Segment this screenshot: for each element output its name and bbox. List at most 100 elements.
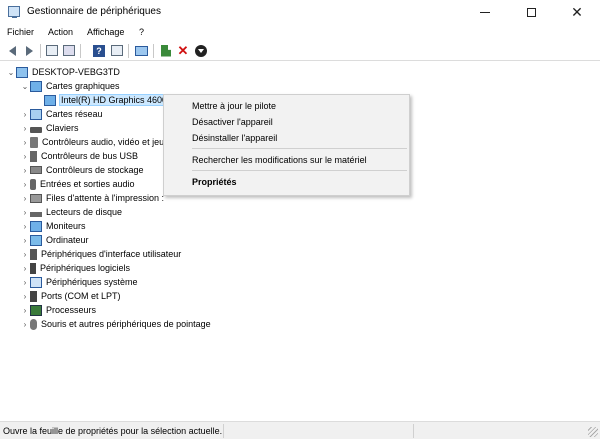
tree-category-label: Périphériques logiciels	[40, 263, 131, 273]
tree-category-label: Claviers	[46, 123, 79, 133]
chevron-right-icon[interactable]: ›	[20, 135, 30, 149]
system-device-icon	[30, 276, 42, 288]
minimize-button[interactable]	[462, 0, 508, 24]
properties-icon	[46, 45, 58, 56]
tree-category-row[interactable]: › Périphériques d'interface utilisateur	[20, 247, 181, 261]
mouse-icon	[30, 318, 37, 330]
tree-category-row[interactable]: › Entrées et sorties audio	[20, 177, 135, 191]
toolbar-separator	[128, 44, 129, 58]
help-button[interactable]: ?	[92, 44, 106, 57]
tree-category-row[interactable]: › Souris et autres périphériques de poin…	[20, 317, 211, 331]
scan-monitor-icon	[134, 45, 148, 56]
tree-category-row[interactable]: › Lecteurs de disque	[20, 205, 122, 219]
printer-icon	[30, 193, 42, 203]
status-panel	[413, 424, 414, 438]
keyboard-icon	[30, 126, 42, 133]
chevron-right-icon[interactable]: ›	[20, 163, 30, 177]
view-button[interactable]	[110, 44, 124, 57]
tree-category-label: Périphériques d'interface utilisateur	[41, 249, 182, 259]
chevron-right-icon[interactable]: ›	[20, 289, 30, 303]
tree-category-row[interactable]: › Files d'attente à l'impression :	[20, 191, 164, 205]
tree-category-row[interactable]: › Contrôleurs audio, vidéo et jeu	[20, 135, 164, 149]
chevron-down-icon[interactable]: ⌄	[6, 65, 16, 79]
refresh-button[interactable]	[62, 44, 76, 57]
status-panel	[223, 424, 224, 438]
tree-root[interactable]: ⌄ DESKTOP-VEBG3TD	[6, 65, 120, 79]
tree-category-label: Lecteurs de disque	[46, 207, 123, 217]
chevron-right-icon[interactable]: ›	[20, 233, 30, 247]
chevron-right-icon[interactable]: ›	[20, 177, 30, 191]
uninstall-icon: ✕	[177, 43, 189, 58]
display-adapter-icon	[30, 80, 42, 92]
menu-action[interactable]: Action	[48, 27, 73, 37]
computer-icon	[16, 66, 28, 78]
tree-category-label: Souris et autres périphériques de pointa…	[41, 319, 211, 329]
chevron-down-icon[interactable]: ⌄	[20, 79, 30, 93]
chevron-right-icon[interactable]: ›	[20, 261, 30, 275]
usb-icon	[30, 150, 37, 162]
resize-grip-icon[interactable]	[588, 427, 598, 437]
tree-category-row[interactable]: ⌄ Cartes graphiques	[20, 79, 120, 93]
chevron-right-icon[interactable]: ›	[20, 191, 30, 205]
uninstall-device-menu-item[interactable]: Désinstaller l'appareil	[192, 133, 277, 143]
menu-affichage[interactable]: Affichage	[87, 27, 124, 37]
tree-category-label: Entrées et sorties audio	[40, 179, 135, 189]
tree-category-label: Périphériques système	[46, 277, 138, 287]
tree-category-row[interactable]: › Claviers	[20, 121, 79, 135]
scan-hardware-menu-item[interactable]: Rechercher les modifications sur le maté…	[192, 155, 367, 165]
update-driver-icon	[161, 44, 171, 57]
update-driver-menu-item[interactable]: Mettre à jour le pilote	[192, 101, 276, 111]
chevron-right-icon[interactable]: ›	[20, 317, 30, 331]
status-text: Ouvre la feuille de propriétés pour la s…	[3, 426, 223, 436]
status-bar: Ouvre la feuille de propriétés pour la s…	[0, 421, 600, 439]
forward-button[interactable]	[22, 44, 36, 57]
chevron-right-icon[interactable]: ›	[20, 149, 30, 163]
storage-icon	[30, 166, 42, 174]
forward-icon	[25, 45, 33, 56]
tree-category-row[interactable]: › Cartes réseau	[20, 107, 103, 121]
tree-category-row[interactable]: › Contrôleurs de stockage	[20, 163, 144, 177]
chevron-right-icon[interactable]: ›	[20, 247, 30, 261]
context-menu-separator	[192, 148, 407, 149]
update-driver-button[interactable]	[159, 44, 173, 57]
chevron-right-icon[interactable]: ›	[20, 275, 30, 289]
chevron-right-icon[interactable]: ›	[20, 205, 30, 219]
chevron-right-icon[interactable]: ›	[20, 303, 30, 317]
tree-category-row[interactable]: › Périphériques système	[20, 275, 138, 289]
tree-category-row[interactable]: › Moniteurs	[20, 219, 86, 233]
context-menu-separator	[192, 170, 407, 171]
port-icon	[30, 290, 37, 302]
tree-category-row[interactable]: › Processeurs	[20, 303, 96, 317]
chevron-right-icon[interactable]: ›	[20, 219, 30, 233]
close-button[interactable]: ✕	[554, 0, 600, 24]
menu-help[interactable]: ?	[139, 27, 144, 37]
properties-button[interactable]	[45, 44, 59, 57]
tree-category-row[interactable]: › Ports (COM et LPT)	[20, 289, 121, 303]
view-icon	[111, 45, 123, 56]
monitor-icon	[30, 220, 42, 232]
menu-bar: Fichier Action Affichage ?	[0, 24, 600, 41]
scan-button[interactable]	[134, 44, 148, 57]
tree-category-row[interactable]: › Contrôleurs de bus USB	[20, 149, 138, 163]
toolbar-separator	[80, 44, 81, 58]
refresh-icon	[63, 45, 75, 56]
maximize-button[interactable]	[508, 0, 554, 24]
uninstall-button[interactable]: ✕	[176, 44, 190, 57]
back-button[interactable]	[5, 44, 19, 57]
disable-device-menu-item[interactable]: Désactiver l'appareil	[192, 117, 273, 127]
tree-category-label: Cartes réseau	[46, 109, 103, 119]
tree-category-row[interactable]: › Périphériques logiciels	[20, 261, 130, 275]
properties-menu-item[interactable]: Propriétés	[192, 177, 237, 187]
toolbar: ? ✕	[0, 41, 600, 61]
window-title: Gestionnaire de périphériques	[27, 6, 161, 17]
hid-icon	[30, 248, 37, 260]
disable-button[interactable]	[194, 44, 208, 57]
menu-fichier[interactable]: Fichier	[7, 27, 34, 37]
chevron-right-icon[interactable]: ›	[20, 121, 30, 135]
back-icon	[8, 45, 16, 56]
tree-device-row[interactable]: Intel(R) HD Graphics 4600	[34, 93, 170, 107]
title-bar: Gestionnaire de périphériques ✕	[0, 0, 600, 24]
tree-category-label: Processeurs	[46, 305, 97, 315]
tree-category-row[interactable]: › Ordinateur	[20, 233, 89, 247]
chevron-right-icon[interactable]: ›	[20, 107, 30, 121]
